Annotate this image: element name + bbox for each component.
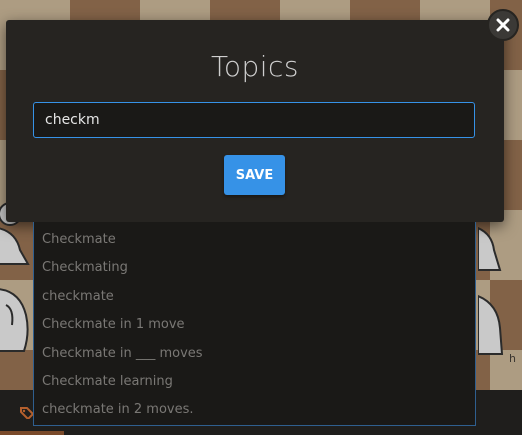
white-rook-piece-right [478, 294, 504, 355]
suggestion-item[interactable]: checkmate in 2 moves. [34, 396, 475, 424]
topic-search-input[interactable] [33, 102, 475, 138]
suggestion-item[interactable]: Checkmate [34, 226, 475, 254]
board-coordinate-label: h [509, 352, 516, 365]
suggestion-item[interactable]: Checkmate learning [34, 368, 475, 396]
white-pawn-piece-right [478, 226, 502, 271]
topic-suggestions-list: Checkmate Checkmating checkmate Checkmat… [33, 222, 476, 426]
close-icon [496, 18, 510, 32]
suggestion-item[interactable]: Checkmate in ___ moves [34, 340, 475, 368]
white-knight-piece [0, 288, 29, 352]
suggestion-item[interactable]: checkmate [34, 283, 475, 311]
modal-title: Topics [210, 50, 299, 83]
active-tab-indicator [0, 431, 64, 435]
suggestion-item[interactable]: Checkmating [34, 254, 475, 282]
close-modal-button[interactable] [487, 9, 519, 41]
save-button[interactable]: SAVE [224, 155, 285, 195]
suggestion-item[interactable]: Checkmate in 1 move [34, 311, 475, 339]
topics-modal: Topics SAVE [6, 20, 504, 222]
